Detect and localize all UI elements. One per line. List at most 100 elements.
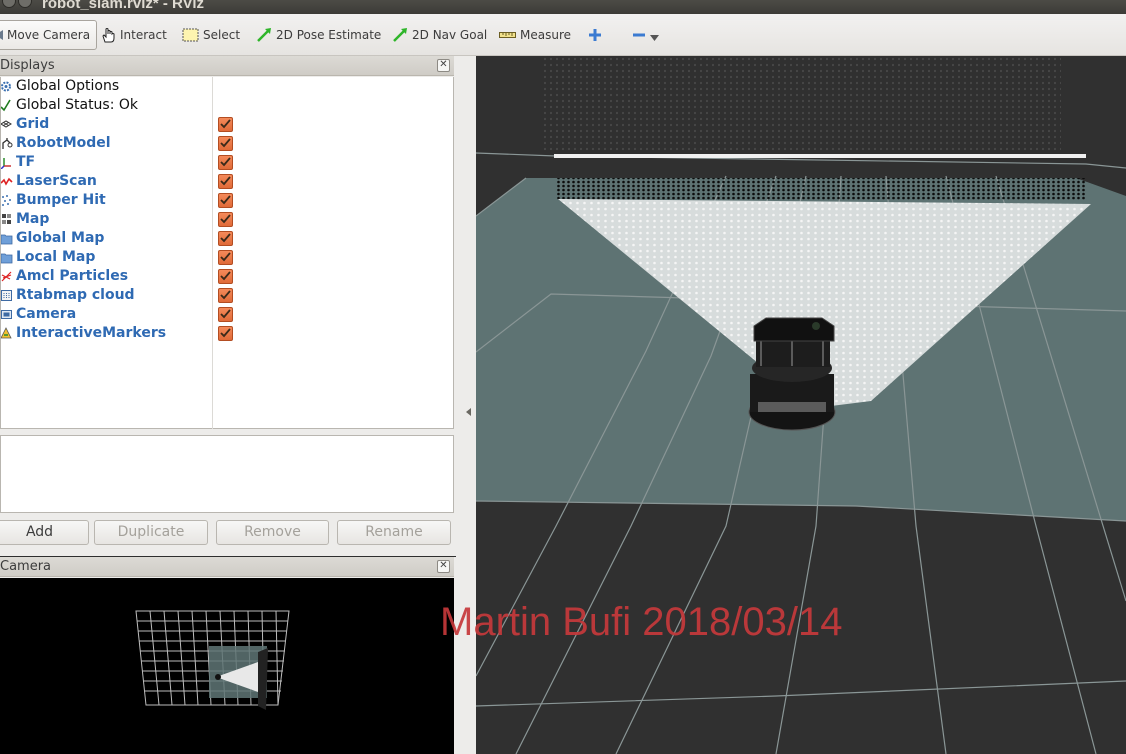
marker-icon	[1, 327, 12, 339]
displays-panel-close-button[interactable]: ✕	[437, 59, 450, 72]
display-item-label: TF	[16, 154, 36, 170]
display-item-grid[interactable]: Grid	[1, 115, 453, 134]
display-item-bumper-hit[interactable]: Bumper Hit	[1, 191, 453, 210]
display-item-global-map[interactable]: Global Map	[1, 229, 453, 248]
measure-tool[interactable]: Measure	[499, 20, 571, 50]
displays-panel-header: Displays ✕	[0, 56, 454, 76]
display-item-amcl-particles[interactable]: Amcl Particles	[1, 267, 453, 286]
axes-icon	[1, 158, 11, 169]
remove-tool-button[interactable]	[632, 20, 663, 50]
display-enabled-checkbox[interactable]	[218, 193, 233, 208]
grid-icon	[1, 120, 12, 128]
display-item-laserscan[interactable]: LaserScan	[1, 172, 453, 191]
displays-panel: Displays ✕ Global Options Global Status:…	[0, 56, 456, 556]
laser-icon	[1, 177, 13, 186]
check-icon	[1, 99, 11, 112]
display-item-global-options[interactable]: Global Options	[1, 77, 453, 96]
displays-tree: Global Options Global Status: Ok Grid Ro…	[0, 77, 454, 429]
display-item-label: Grid	[16, 116, 50, 132]
measure-label: Measure	[520, 28, 571, 42]
display-item-tf[interactable]: TF	[1, 153, 453, 172]
display-enabled-checkbox[interactable]	[218, 174, 233, 189]
display-item-rtabmap-cloud[interactable]: Rtabmap cloud	[1, 286, 453, 305]
gear-icon	[1, 81, 11, 92]
display-item-local-map[interactable]: Local Map	[1, 248, 453, 267]
display-item-label: Amcl Particles	[16, 268, 129, 284]
cloud-icon	[1, 290, 12, 301]
display-enabled-checkbox[interactable]	[218, 288, 233, 303]
display-enabled-checkbox[interactable]	[218, 231, 233, 246]
display-item-map[interactable]: Map	[1, 210, 453, 229]
display-item-label: Global Map	[16, 230, 105, 246]
nav-goal-label: 2D Nav Goal	[412, 28, 488, 42]
display-item-label: Global Status: Ok	[16, 97, 139, 113]
camera-panel-close-button[interactable]: ✕	[437, 560, 450, 573]
display-item-interactivemarkers[interactable]: InteractiveMarkers	[1, 324, 453, 343]
remove-display-button[interactable]: Remove	[216, 520, 329, 545]
camera-panel-header: Camera ✕	[0, 557, 454, 577]
3d-scene	[476, 56, 1126, 754]
folder-icon	[1, 234, 13, 245]
collapse-arrow-icon[interactable]	[466, 408, 471, 416]
display-item-label: Camera	[16, 306, 77, 322]
camera-image-view[interactable]	[0, 578, 454, 754]
display-description-box	[0, 435, 454, 513]
display-item-camera[interactable]: Camera	[1, 305, 453, 324]
display-item-label: LaserScan	[16, 173, 97, 189]
display-enabled-checkbox[interactable]	[218, 326, 233, 341]
move-camera-label: Move Camera	[7, 28, 91, 42]
pose-estimate-label: 2D Pose Estimate	[276, 28, 382, 42]
interact-label: Interact	[120, 28, 167, 42]
display-item-label: RobotModel	[16, 135, 111, 151]
display-enabled-checkbox[interactable]	[218, 117, 233, 132]
robot-icon	[2, 138, 13, 149]
camera-image	[135, 610, 290, 710]
watermark-text: Martin Bufi 2018/03/14	[440, 600, 843, 644]
camera-panel-title: Camera	[0, 559, 52, 574]
plus-icon	[589, 29, 601, 41]
map-icon	[2, 214, 11, 224]
window-title: robot_slam.rviz* - RViz	[42, 0, 204, 12]
add-tool-button[interactable]	[588, 20, 606, 50]
folder-icon	[1, 253, 13, 264]
select-tool[interactable]: Select	[182, 20, 240, 50]
robot-model	[748, 317, 836, 431]
nav-goal-tool[interactable]: 2D Nav Goal	[392, 20, 487, 50]
minus-icon	[633, 33, 645, 37]
green-arrow-icon	[393, 28, 407, 42]
camera-icon	[1, 310, 12, 319]
interact-tool[interactable]: Interact	[100, 20, 167, 50]
green-arrow-icon	[257, 28, 271, 42]
pose-estimate-tool[interactable]: 2D Pose Estimate	[256, 20, 381, 50]
toolbar: Move Camera Interact Select 2D Pose Esti…	[0, 14, 1126, 56]
display-item-label: Bumper Hit	[16, 192, 106, 208]
hand-icon	[102, 28, 115, 43]
display-item-global-status[interactable]: Global Status: Ok	[1, 96, 453, 115]
rename-display-button[interactable]: Rename	[337, 520, 451, 545]
display-enabled-checkbox[interactable]	[218, 155, 233, 170]
display-item-label: Map	[16, 211, 50, 227]
ruler-icon	[499, 32, 516, 38]
select-label: Select	[203, 28, 241, 42]
window-close-button[interactable]	[2, 0, 16, 8]
display-item-robotmodel[interactable]: RobotModel	[1, 134, 453, 153]
panel-splitter[interactable]	[456, 56, 476, 754]
add-display-button[interactable]: Add	[0, 520, 89, 545]
displays-panel-title: Displays	[0, 58, 55, 73]
display-enabled-checkbox[interactable]	[218, 307, 233, 322]
display-enabled-checkbox[interactable]	[218, 250, 233, 265]
display-enabled-checkbox[interactable]	[218, 269, 233, 284]
display-item-label: Local Map	[16, 249, 96, 265]
window-minimize-button[interactable]	[18, 0, 32, 8]
display-item-label: Rtabmap cloud	[16, 287, 135, 303]
display-item-label: InteractiveMarkers	[16, 325, 167, 341]
duplicate-display-button[interactable]: Duplicate	[94, 520, 208, 545]
display-enabled-checkbox[interactable]	[218, 136, 233, 151]
pose-array-icon	[1, 271, 12, 282]
dropdown-arrow-icon[interactable]	[650, 35, 659, 41]
move-camera-tool[interactable]: Move Camera	[0, 20, 98, 50]
move-camera-icon	[0, 30, 3, 40]
camera-panel: Camera ✕	[0, 557, 456, 754]
3d-render-view[interactable]	[476, 56, 1126, 754]
display-enabled-checkbox[interactable]	[218, 212, 233, 227]
